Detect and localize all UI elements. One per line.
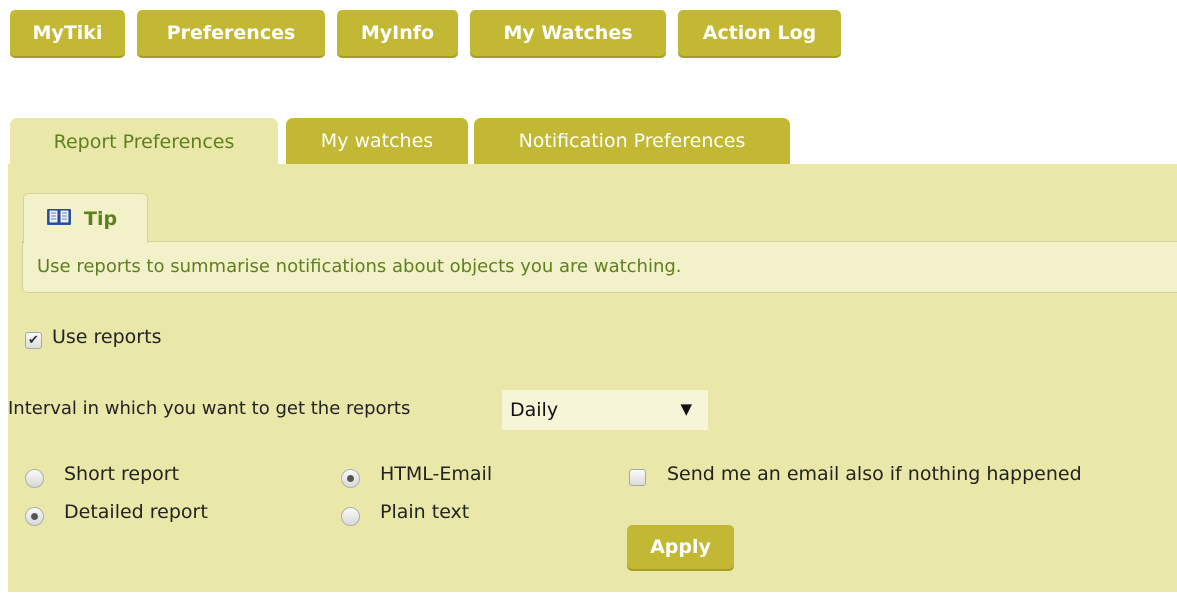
use-reports-checkbox[interactable]: ✔ [25,332,42,349]
nav-my-watches-button[interactable]: My Watches [470,10,666,56]
html-email-label: HTML-Email [380,463,493,485]
interval-select[interactable]: Daily ▼ [502,390,708,430]
tip-text: Use reports to summarise notifications a… [37,256,682,277]
apply-button[interactable]: Apply [627,525,734,569]
plain-text-radio[interactable] [341,507,360,526]
short-report-radio[interactable] [25,469,44,488]
nav-mytiki-button[interactable]: MyTiki [10,10,125,56]
tip-title: Tip [84,207,118,230]
interval-selected-value: Daily [510,399,559,421]
nav-preferences-button[interactable]: Preferences [137,10,325,56]
book-icon [46,206,72,232]
plain-text-label: Plain text [380,501,470,523]
nav-myinfo-button[interactable]: MyInfo [337,10,458,56]
always-email-checkbox[interactable] [629,469,646,486]
always-email-label: Send me an email also if nothing happene… [667,463,1082,485]
tip-box: Use reports to summarise notifications a… [22,241,1177,293]
use-reports-label: Use reports [52,326,162,348]
tab-notification-preferences[interactable]: Notification Preferences [474,118,790,164]
detailed-report-radio[interactable] [25,507,44,526]
nav-action-log-button[interactable]: Action Log [678,10,841,56]
tip-header: Tip [23,193,148,243]
detailed-report-label: Detailed report [64,501,208,523]
tab-report-preferences[interactable]: Report Preferences [10,118,278,166]
short-report-label: Short report [64,463,180,485]
dropdown-arrow-icon: ▼ [680,400,692,418]
tab-my-watches[interactable]: My watches [286,118,468,164]
interval-label: Interval in which you want to get the re… [8,398,411,419]
tab-panel [8,164,1177,592]
html-email-radio[interactable] [341,469,360,488]
